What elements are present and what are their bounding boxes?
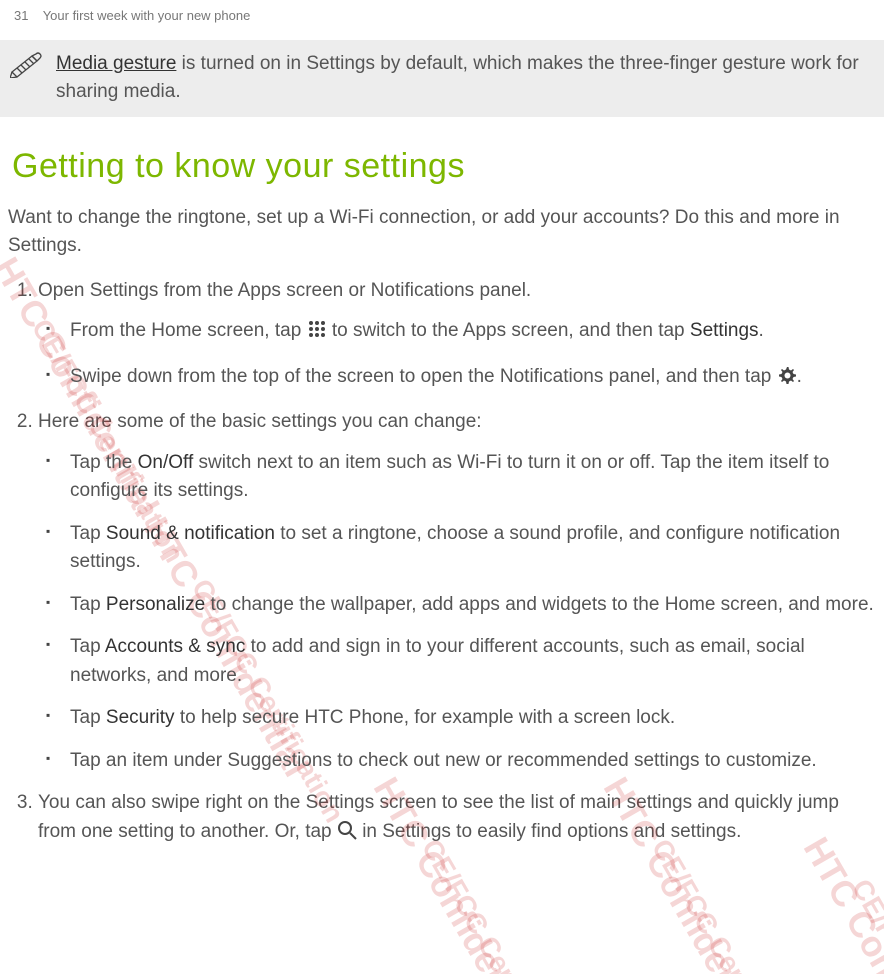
step-3: You can also swipe right on the Settings… — [38, 789, 876, 849]
page: HTC Confidential CE/FCC Certification HT… — [0, 0, 884, 974]
text-fragment: Tap — [70, 707, 106, 728]
text-fragment: Tap the — [70, 452, 138, 473]
text-fragment: to change the wallpaper, add apps and wi… — [205, 594, 874, 615]
watermark-certification: CE/FCC Certification — [841, 871, 884, 974]
text-fragment: Tap — [70, 523, 106, 544]
step-2: Here are some of the basic settings you … — [38, 408, 876, 775]
text-fragment: to help secure HTC Phone, for example wi… — [175, 707, 676, 728]
step-1-text: Open Settings from the Apps screen or No… — [38, 280, 531, 301]
apps-grid-icon — [307, 319, 327, 349]
keyword-personalize: Personalize — [106, 594, 205, 615]
step-1: Open Settings from the Apps screen or No… — [38, 277, 876, 395]
keyword-sound: Sound & notification — [106, 523, 275, 544]
note-box: Media gesture is turned on in Settings b… — [0, 40, 884, 117]
note-strong: Media gesture — [56, 53, 176, 74]
text-fragment: Tap an item under Suggestions to check o… — [70, 750, 817, 771]
text-fragment: Tap — [70, 636, 105, 657]
keyword-settings: Settings — [690, 320, 759, 341]
text-fragment: Swipe down from the top of the screen to… — [70, 366, 777, 387]
pencil-icon — [10, 50, 44, 86]
gear-icon — [777, 365, 797, 395]
step-2-bullet-1: Tap the On/Off switch next to an item su… — [66, 449, 876, 506]
step-1-bullet-2: Swipe down from the top of the screen to… — [66, 363, 876, 395]
text-fragment: to switch to the Apps screen, and then t… — [332, 320, 690, 341]
keyword-security: Security — [106, 707, 175, 728]
step-2-bullet-6: Tap an item under Suggestions to check o… — [66, 747, 876, 776]
text-fragment: . — [759, 320, 764, 341]
step-2-bullet-3: Tap Personalize to change the wallpaper,… — [66, 591, 876, 620]
intro-text: Want to change the ringtone, set up a Wi… — [8, 204, 876, 261]
step-2-bullet-4: Tap Accounts & sync to add and sign in t… — [66, 633, 876, 690]
search-icon — [337, 820, 357, 850]
step-1-sublist: From the Home screen, tap to switch to t… — [38, 317, 876, 394]
text-fragment: From the Home screen, tap — [70, 320, 307, 341]
text-fragment: . — [797, 366, 802, 387]
step-2-bullet-5: Tap Security to help secure HTC Phone, f… — [66, 704, 876, 733]
text-fragment: Tap — [70, 594, 106, 615]
step-2-text: Here are some of the basic settings you … — [38, 411, 482, 432]
page-number: 31 — [14, 8, 28, 23]
chapter-title: Your first week with your new phone — [43, 8, 251, 23]
step-2-bullet-2: Tap Sound & notification to set a ringto… — [66, 520, 876, 577]
ordered-steps: Open Settings from the Apps screen or No… — [8, 277, 876, 850]
step-2-sublist: Tap the On/Off switch next to an item su… — [38, 449, 876, 776]
text-fragment: in Settings to easily find options and s… — [362, 821, 741, 842]
watermark-certification: CE/FCC Certification — [411, 831, 585, 974]
watermark-certification: CE/FCC Certification — [641, 831, 815, 974]
note-rest: is turned on in Settings by default, whi… — [56, 53, 859, 103]
step-1-bullet-1: From the Home screen, tap to switch to t… — [66, 317, 876, 349]
keyword-accounts: Accounts & sync — [105, 636, 245, 657]
note-text: Media gesture is turned on in Settings b… — [56, 50, 870, 107]
section-title: Getting to know your settings — [12, 141, 872, 192]
page-header: 31 Your first week with your new phone — [0, 0, 884, 30]
watermark-confidential: HTC Confidential — [790, 827, 884, 974]
keyword-onoff: On/Off — [138, 452, 194, 473]
